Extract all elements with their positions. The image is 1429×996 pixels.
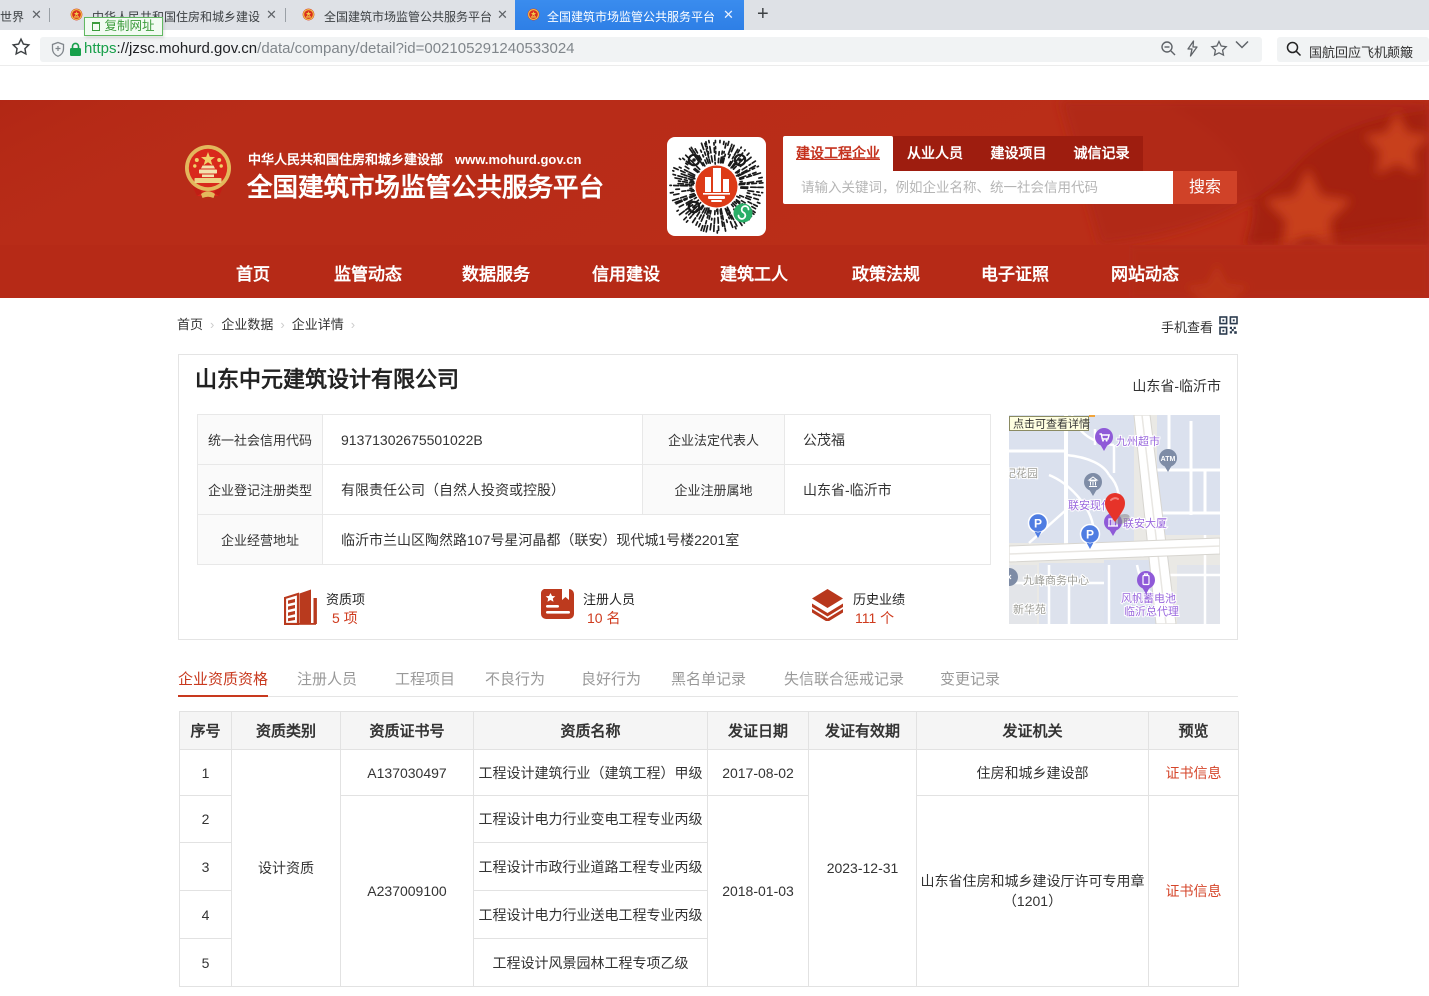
svg-text:临沂总代理: 临沂总代理 <box>1124 604 1179 618</box>
svg-text:九峰商务中心: 九峰商务中心 <box>1023 573 1089 587</box>
svg-text:新华苑: 新华苑 <box>1013 602 1046 616</box>
svg-text:ATM: ATM <box>1161 456 1176 463</box>
svg-text:风帆蓄电池: 风帆蓄电池 <box>1121 591 1176 605</box>
svg-text:记花园: 记花园 <box>1009 467 1038 480</box>
svg-text:九州超市: 九州超市 <box>1116 434 1160 448</box>
svg-text:联安大厦: 联安大厦 <box>1123 516 1167 530</box>
svg-text:P: P <box>1086 528 1094 542</box>
svg-text:P: P <box>1034 517 1042 531</box>
svg-text:点击可查看详情: 点击可查看详情 <box>1013 417 1090 431</box>
